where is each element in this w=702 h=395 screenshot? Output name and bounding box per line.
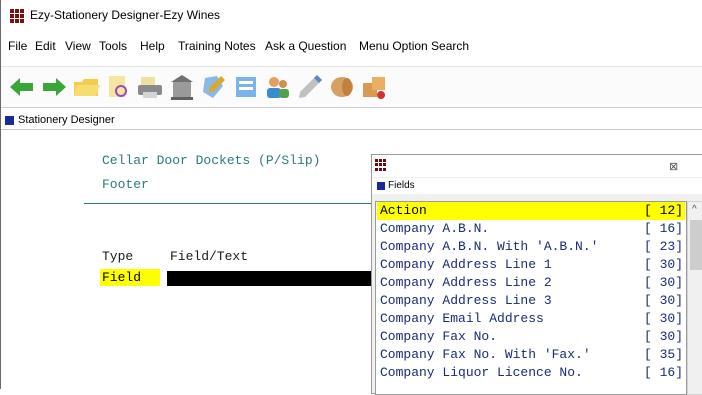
menu-view[interactable]: View	[65, 39, 91, 53]
print-icon[interactable]	[135, 72, 165, 102]
menu-help[interactable]: Help	[140, 39, 165, 53]
edit-icon[interactable]	[199, 72, 229, 102]
field-name: Company Address Line 2	[380, 275, 552, 290]
field-length: [ 30]	[644, 293, 684, 308]
type-selector[interactable]: Field	[100, 269, 160, 286]
list-item[interactable]: Action [ 12]	[377, 202, 685, 220]
document-heading: Cellar Door Dockets (P/Slip)	[102, 153, 321, 168]
list-item[interactable]: Company Email Address [ 30]	[377, 310, 685, 328]
list-item[interactable]: Company A.B.N. With 'A.B.N.' [ 23]	[377, 238, 685, 256]
field-name: Company A.B.N.	[380, 221, 490, 236]
field-name: Action	[380, 203, 427, 218]
folder-icon[interactable]	[71, 72, 101, 102]
dialog-subtitle-bar: Fields	[372, 178, 702, 194]
forward-arrow-icon[interactable]	[39, 72, 69, 102]
back-arrow-icon[interactable]	[7, 72, 37, 102]
scroll-up-icon[interactable]: ^	[692, 204, 697, 215]
search-doc-icon[interactable]	[103, 72, 133, 102]
field-length: [ 16]	[644, 221, 684, 236]
window-icon	[5, 116, 14, 125]
field-text-input[interactable]	[167, 271, 377, 286]
mdi-child-bar: Stationery Designer	[1, 113, 702, 130]
menu-option-search[interactable]: Menu Option Search	[359, 39, 469, 53]
field-name: Company Address Line 1	[380, 257, 552, 272]
close-icon[interactable]: ⊠	[669, 160, 678, 173]
field-name: Company A.B.N. With 'A.B.N.'	[380, 239, 599, 254]
pen-icon[interactable]	[295, 72, 325, 102]
dialog-subtitle: Fields	[388, 180, 415, 191]
app-icon	[375, 159, 387, 171]
list-item[interactable]: Company Address Line 1 [ 30]	[377, 256, 685, 274]
menu-ask-a-question[interactable]: Ask a Question	[265, 39, 346, 53]
window-icon	[377, 182, 385, 190]
field-length: [ 12]	[644, 203, 684, 218]
title-bar: Ezy-Stationery Designer-Ezy Wines	[1, 0, 702, 32]
list-item[interactable]: Company Address Line 3 [ 30]	[377, 292, 685, 310]
dialog-title-bar: ⊠	[372, 155, 702, 177]
document-icon[interactable]	[231, 72, 261, 102]
menu-edit[interactable]: Edit	[35, 39, 56, 53]
field-name: Company Email Address	[380, 311, 544, 326]
menu-bar: File Edit View Tools Help Training Notes…	[1, 36, 702, 56]
fields-list[interactable]: Action [ 12] Company A.B.N. [ 16] Compan…	[375, 201, 687, 395]
list-item[interactable]: Company Fax No. [ 30]	[377, 328, 685, 346]
list-item[interactable]: Company A.B.N. [ 16]	[377, 220, 685, 238]
field-name: Company Liquor Licence No.	[380, 365, 583, 380]
field-length: [ 30]	[644, 311, 684, 326]
type-column-label: Type	[102, 249, 134, 264]
building-icon[interactable]	[167, 72, 197, 102]
divider	[84, 203, 384, 204]
field-name: Company Address Line 3	[380, 293, 552, 308]
scroll-thumb[interactable]	[690, 220, 702, 270]
field-length: [ 16]	[644, 365, 684, 380]
field-length: [ 23]	[644, 239, 684, 254]
users-icon[interactable]	[263, 72, 293, 102]
boxes-icon[interactable]	[359, 72, 389, 102]
field-length: [ 35]	[644, 347, 684, 362]
mdi-title: Stationery Designer	[18, 114, 115, 126]
field-name: Company Fax No.	[380, 329, 498, 344]
section-heading: Footer	[102, 177, 149, 192]
vertical-scrollbar[interactable]: ^	[687, 201, 702, 395]
field-length: [ 30]	[644, 257, 684, 272]
menu-training-notes[interactable]: Training Notes	[178, 39, 256, 53]
fields-lookup-dialog: ⊠ Fields Action [ 12] Company A.B.N. [ 1…	[371, 154, 702, 395]
toolbar	[1, 66, 702, 108]
menu-file[interactable]: File	[8, 39, 27, 53]
field-length: [ 30]	[644, 329, 684, 344]
field-text-column-label: Field/Text	[170, 249, 249, 264]
list-item[interactable]: Company Liquor Licence No. [ 16]	[377, 364, 685, 382]
field-name: Company Fax No. With 'Fax.'	[380, 347, 591, 362]
barrel-icon[interactable]	[327, 72, 357, 102]
list-item[interactable]: Company Fax No. With 'Fax.' [ 35]	[377, 346, 685, 364]
app-icon	[10, 9, 24, 23]
application-window: Ezy-Stationery Designer-Ezy Wines File E…	[0, 0, 702, 395]
list-item[interactable]: Company Address Line 2 [ 30]	[377, 274, 685, 292]
window-title: Ezy-Stationery Designer-Ezy Wines	[30, 8, 221, 22]
field-length: [ 30]	[644, 275, 684, 290]
menu-tools[interactable]: Tools	[99, 39, 127, 53]
